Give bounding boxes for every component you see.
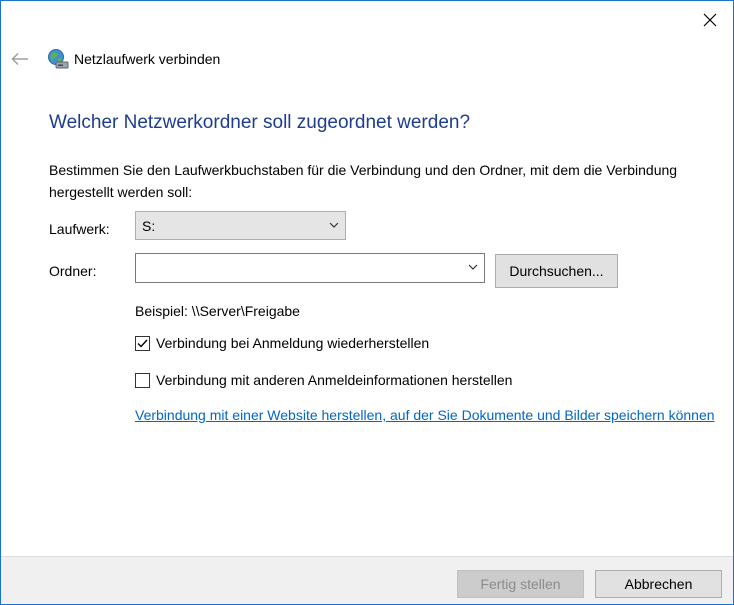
browse-button[interactable]: Durchsuchen... bbox=[495, 254, 618, 288]
folder-label: Ordner: bbox=[49, 263, 97, 279]
drive-label: Laufwerk: bbox=[49, 221, 110, 237]
website-link[interactable]: Verbindung mit einer Website herstellen,… bbox=[135, 404, 715, 426]
drive-select[interactable]: S: bbox=[135, 211, 346, 240]
back-arrow-icon bbox=[11, 52, 28, 66]
drive-select-value: S: bbox=[142, 218, 156, 234]
wizard-header: Netzlaufwerk verbinden bbox=[1, 39, 733, 79]
page-heading: Welcher Netzwerkordner soll zugeordnet w… bbox=[49, 112, 471, 133]
network-drive-icon bbox=[48, 49, 69, 69]
checkmark-icon bbox=[137, 339, 148, 348]
cancel-button[interactable]: Abbrechen bbox=[595, 570, 722, 598]
button-bar: Fertig stellen Abbrechen bbox=[1, 556, 733, 604]
dialog-title: Netzlaufwerk verbinden bbox=[74, 51, 221, 67]
instruction-text: Bestimmen Sie den Laufwerkbuchstaben für… bbox=[49, 162, 678, 200]
credentials-checkbox[interactable] bbox=[135, 372, 150, 388]
title-bar bbox=[1, 1, 733, 39]
chevron-down-icon bbox=[329, 222, 339, 228]
reconnect-checkbox[interactable] bbox=[135, 335, 150, 351]
folder-input[interactable] bbox=[135, 253, 485, 283]
close-icon bbox=[703, 13, 717, 27]
reconnect-checkbox-label: Verbindung bei Anmeldung wiederherstelle… bbox=[156, 335, 430, 351]
chevron-down-icon bbox=[468, 264, 478, 270]
reconnect-checkbox-row[interactable]: Verbindung bei Anmeldung wiederherstelle… bbox=[135, 335, 429, 351]
example-text: Beispiel: \\Server\Freigabe bbox=[135, 303, 300, 319]
credentials-checkbox-row[interactable]: Verbindung mit anderen Anmeldeinformatio… bbox=[135, 372, 512, 388]
credentials-checkbox-label: Verbindung mit anderen Anmeldeinformatio… bbox=[156, 372, 513, 388]
dialog-window: Netzlaufwerk verbinden Welcher Netzwerko… bbox=[0, 0, 734, 605]
close-button[interactable] bbox=[687, 1, 733, 39]
finish-button[interactable]: Fertig stellen bbox=[457, 570, 584, 598]
back-button[interactable] bbox=[7, 47, 33, 71]
